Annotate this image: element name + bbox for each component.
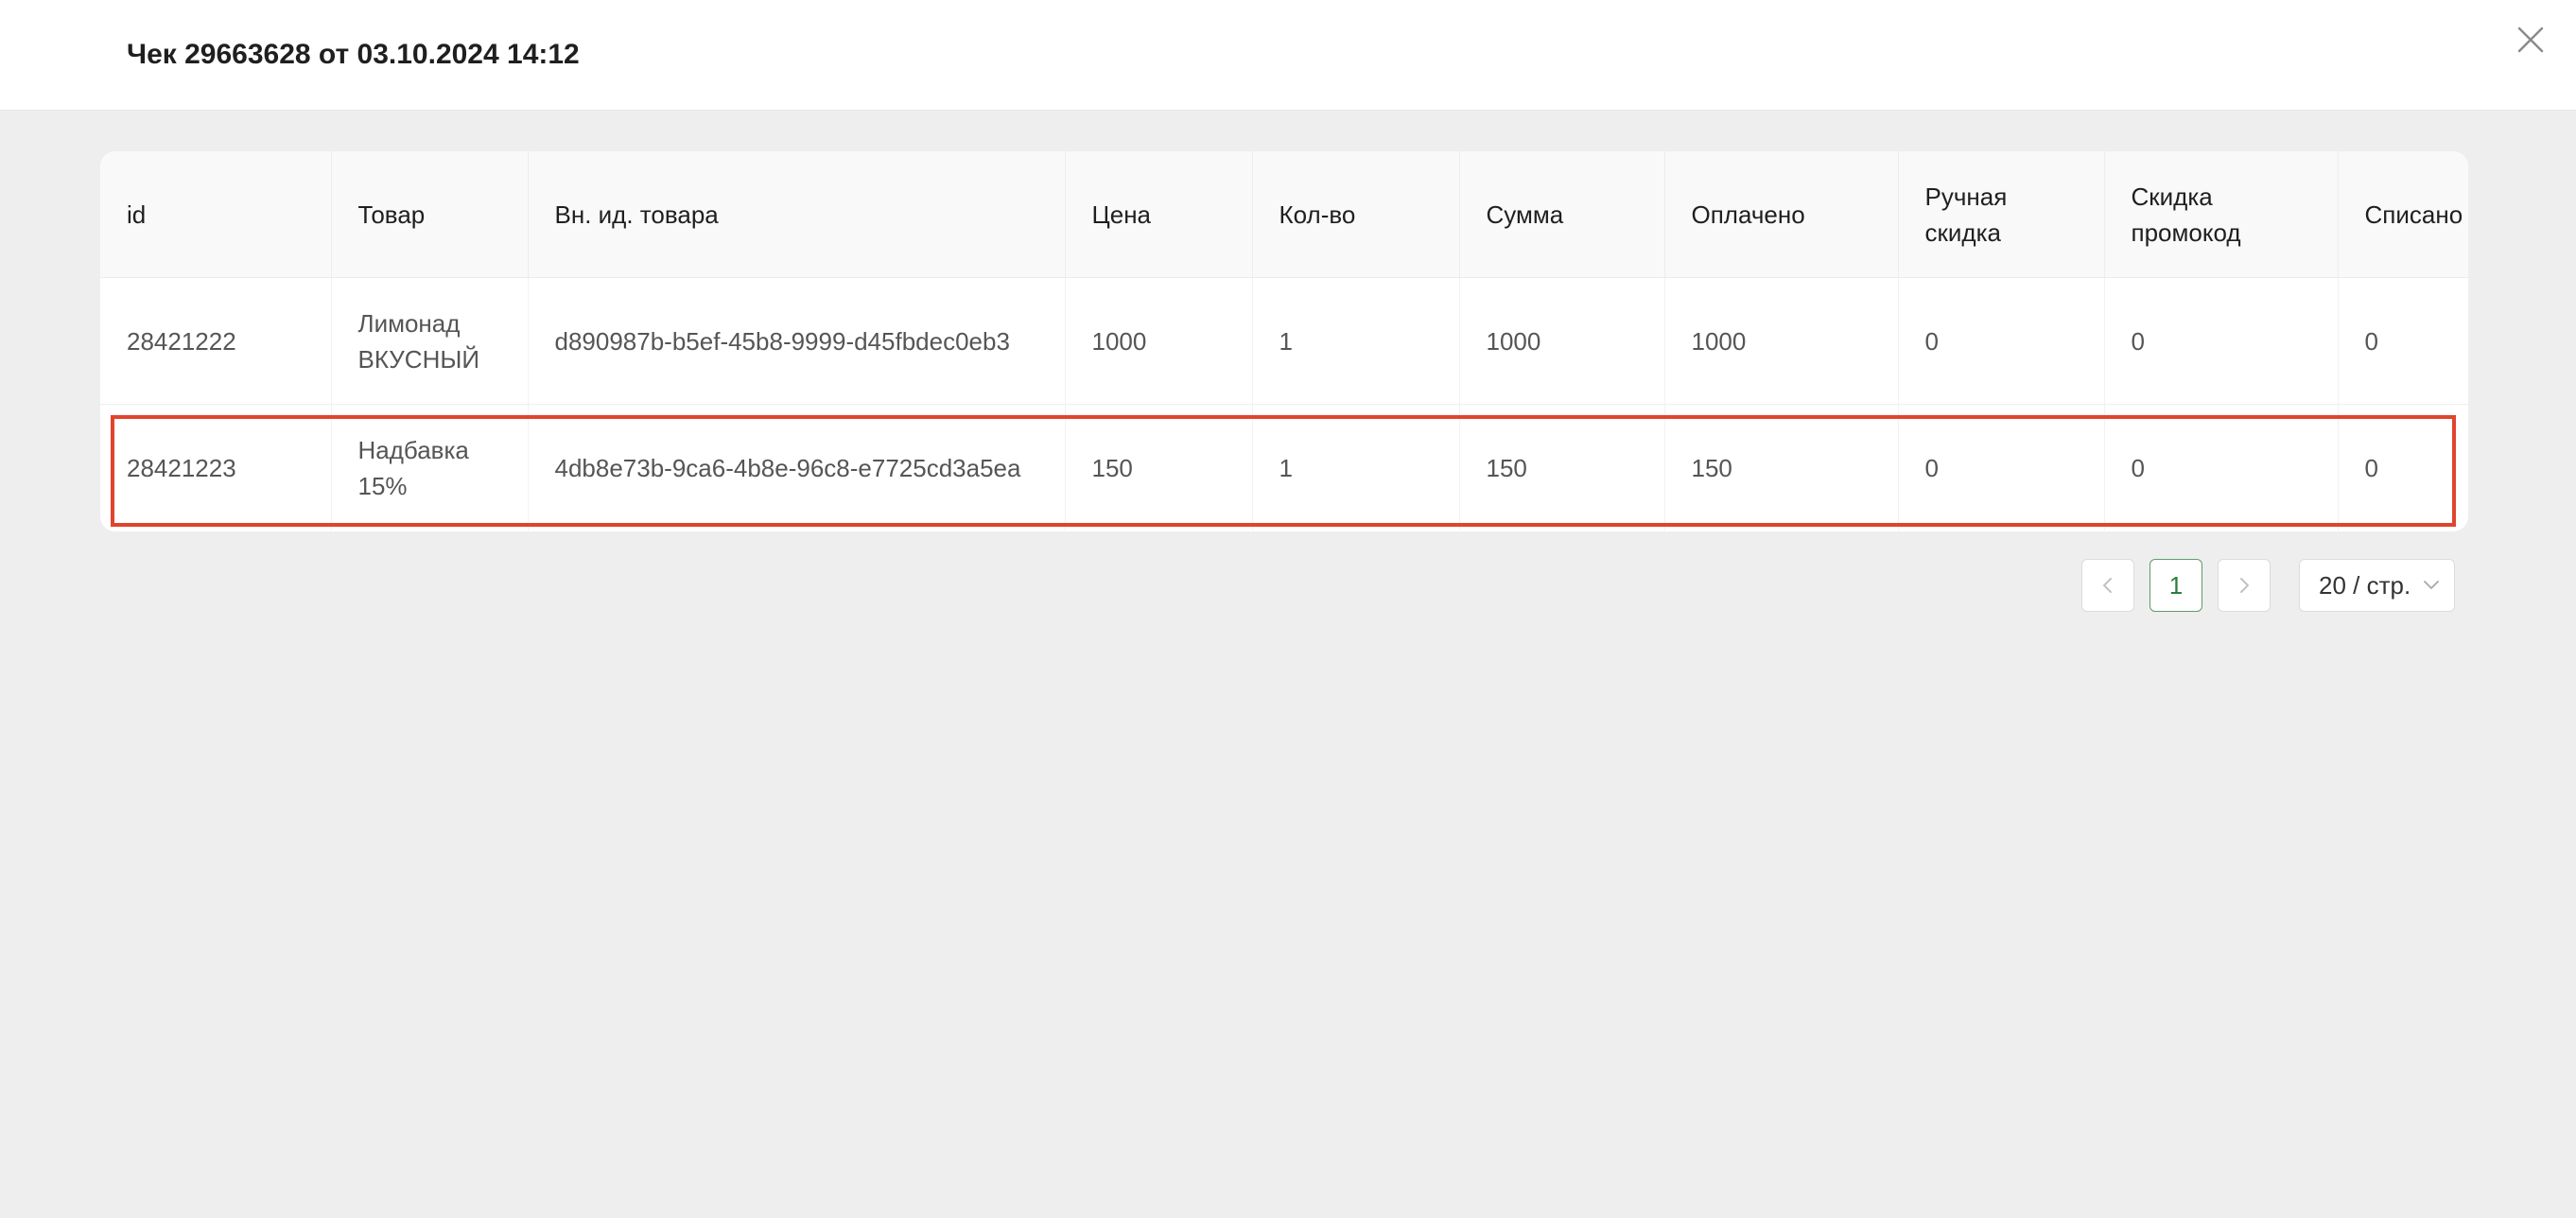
cell-id: 28421222 — [100, 277, 332, 405]
cell-id: 28421223 — [100, 404, 332, 531]
cell-internal-id: d890987b-b5ef-45b8-9999-d45fbdec0eb3 — [528, 277, 1066, 405]
column-header-manual-discount[interactable]: Ручная скидка — [1898, 151, 2105, 278]
dialog-header: Чек 29663628 от 03.10.2024 14:12 — [0, 0, 2576, 111]
cell-paid: 1000 — [1664, 277, 1899, 405]
next-page-button[interactable] — [2218, 559, 2271, 612]
cell-manual-discount: 0 — [1898, 404, 2105, 531]
cell-sum: 1000 — [1459, 277, 1665, 405]
cell-price: 1000 — [1065, 277, 1253, 405]
cell-written-off: 0 — [2364, 453, 2378, 482]
cell-price: 150 — [1065, 404, 1253, 531]
cell-product: Надбавка 15% — [331, 404, 529, 531]
page-size-select[interactable]: 20 / стр. — [2299, 559, 2455, 612]
page-size-label: 20 / стр. — [2319, 570, 2411, 600]
cell-product: Лимонад ВКУСНЫЙ — [331, 277, 529, 405]
close-icon[interactable] — [2512, 21, 2550, 59]
column-header-quantity[interactable]: Кол-во — [1252, 151, 1460, 278]
chevron-right-icon — [2234, 575, 2254, 596]
items-table: id Товар Вн. ид. товара Цена Кол-во Сумм… — [100, 151, 2468, 531]
column-header-price[interactable]: Цена — [1065, 151, 1253, 278]
column-header-written-off[interactable]: Списано — [2338, 151, 2468, 278]
column-header-promo-discount[interactable]: Скидка промокод — [2104, 151, 2339, 278]
column-header-internal-id[interactable]: Вн. ид. товара — [528, 151, 1066, 278]
dialog-title: Чек 29663628 от 03.10.2024 14:12 — [127, 39, 580, 70]
table-header-row: id Товар Вн. ид. товара Цена Кол-во Сумм… — [100, 151, 2468, 278]
chevron-down-icon — [2422, 576, 2441, 595]
column-header-product[interactable]: Товар — [331, 151, 529, 278]
cell-sum: 150 — [1459, 404, 1665, 531]
column-header-sum[interactable]: Сумма — [1459, 151, 1665, 278]
prev-page-button[interactable] — [2081, 559, 2134, 612]
table-row[interactable]: 28421222 Лимонад ВКУСНЫЙ d890987b-b5ef-4… — [100, 277, 2468, 405]
table-row[interactable]: 28421223 Надбавка 15% 4db8e73b-9ca6-4b8e… — [100, 404, 2468, 531]
cell-manual-discount: 0 — [1898, 277, 2105, 405]
cell-paid: 150 — [1664, 404, 1899, 531]
cell-quantity: 1 — [1252, 404, 1460, 531]
chevron-left-icon — [2097, 575, 2118, 596]
items-table-card: id Товар Вн. ид. товара Цена Кол-во Сумм… — [100, 151, 2468, 531]
page-button-1[interactable]: 1 — [2150, 559, 2202, 612]
column-header-id[interactable]: id — [100, 151, 332, 278]
cell-quantity: 1 — [1252, 277, 1460, 405]
cell-written-off: 0 — [2338, 277, 2468, 405]
cell-promo-discount: 0 — [2104, 404, 2339, 531]
cell-promo-discount: 0 — [2104, 277, 2339, 405]
column-header-paid[interactable]: Оплачено — [1664, 151, 1899, 278]
cell-internal-id: 4db8e73b-9ca6-4b8e-96c8-e7725cd3a5ea — [528, 404, 1066, 531]
